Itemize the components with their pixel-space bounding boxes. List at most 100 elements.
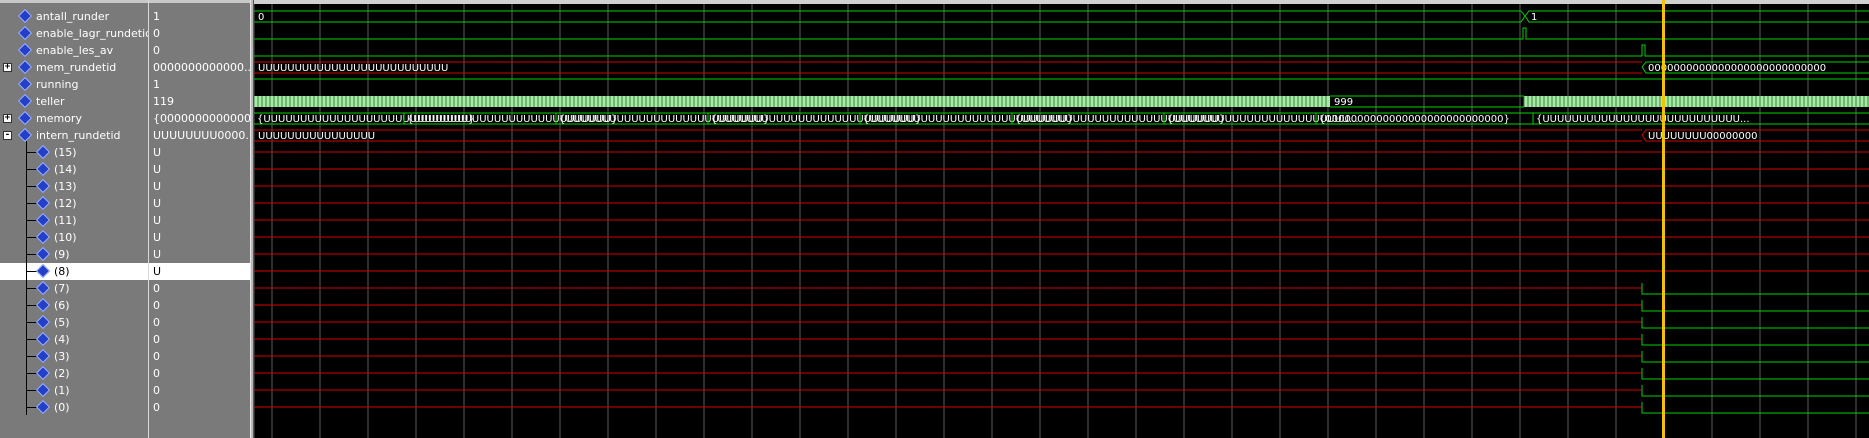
signal-row[interactable]: (11) [0, 212, 148, 229]
minus-expander-icon[interactable]: - [3, 131, 12, 140]
signal-value-row[interactable]: 1 [149, 8, 250, 25]
signal-row[interactable]: enable_les_av [0, 42, 148, 59]
signal-value-row[interactable]: U [149, 144, 250, 161]
signal-value-row[interactable]: 0 [149, 25, 250, 42]
signal-value-row[interactable]: 0 [149, 314, 250, 331]
signal-row[interactable]: (5) [0, 314, 148, 331]
signal-row[interactable]: + memory [0, 110, 148, 127]
signal-value-row[interactable]: 119 [149, 93, 250, 110]
signal-value-row[interactable]: 0 [149, 365, 250, 382]
signal-value-row[interactable]: U [149, 263, 250, 280]
signal-row[interactable]: teller [0, 93, 148, 110]
diamond-signal-icon [17, 127, 33, 143]
signal-value-row[interactable]: U [149, 229, 250, 246]
signal-row[interactable]: - intern_rundetid [0, 127, 148, 144]
signal-name: (15) [54, 146, 77, 159]
signal-value-row[interactable]: 0 [149, 348, 250, 365]
signal-value-row[interactable]: U [149, 161, 250, 178]
wave-header-strip [254, 0, 1869, 4]
signal-row[interactable]: + mem_rundetid [0, 59, 148, 76]
name-pane-header [0, 0, 148, 3]
bus-value-label: 1 [1531, 12, 1537, 23]
signal-name: memory [36, 112, 82, 125]
waveform-canvas[interactable]: 0 1 UUUUUUUUUUUUUUUUUUUUUUUUUU 000000000000… [254, 0, 1869, 438]
signal-value-row[interactable]: U [149, 212, 250, 229]
signal-row[interactable]: (3) [0, 348, 148, 365]
signal-name: mem_rundetid [36, 61, 117, 74]
signal-value-row[interactable]: 0 [149, 297, 250, 314]
plus-expander-icon[interactable]: + [3, 114, 12, 123]
signal-row[interactable]: (6) [0, 297, 148, 314]
signal-name: (13) [54, 180, 77, 193]
signal-name: enable_lagr_rundetid [36, 27, 148, 40]
signal-value-row[interactable]: U [149, 178, 250, 195]
signal-trace [1641, 334, 1869, 346]
signal-name: (9) [54, 248, 70, 261]
plus-expander-icon[interactable]: + [3, 63, 12, 72]
signal-value: 1 [153, 78, 160, 91]
diamond-signal-icon [35, 365, 51, 381]
diamond-signal-icon [35, 161, 51, 177]
signal-name: (3) [54, 350, 70, 363]
signal-name: (6) [54, 299, 70, 312]
bus-value-label: 0000000000000000000000000000 [1648, 63, 1826, 74]
signal-value: 0 [153, 282, 160, 295]
signal-trace [254, 44, 1869, 57]
signal-value-row[interactable]: U [149, 246, 250, 263]
diamond-signal-icon [35, 348, 51, 364]
signal-trace [1641, 351, 1869, 363]
diamond-signal-icon [35, 178, 51, 194]
signal-value-row[interactable]: 0 [149, 399, 250, 416]
diamond-signal-icon [17, 93, 33, 109]
signal-value-row[interactable]: 1 [149, 76, 250, 93]
bus-value-label: UUUUUUUUUUUUUUUUUUUUUUUUUU [258, 63, 448, 74]
bus-bottom [1524, 15, 1869, 23]
waveform-pane[interactable]: 0 1 UUUUUUUUUUUUUUUUUUUUUUUUUU 000000000000… [254, 0, 1869, 438]
signal-value-row[interactable]: 0 [149, 382, 250, 399]
signal-row[interactable]: antall_runder [0, 8, 148, 25]
signal-value-row[interactable]: 0 [149, 42, 250, 59]
signal-value-row[interactable]: 0000000000000... [149, 59, 250, 76]
signal-row[interactable]: running [0, 76, 148, 93]
signal-row[interactable]: (15) [0, 144, 148, 161]
signal-row[interactable]: (8) [0, 263, 148, 280]
signal-trace [254, 27, 1869, 40]
signal-row[interactable]: (9) [0, 246, 148, 263]
signal-row[interactable]: enable_lagr_rundetid [0, 25, 148, 42]
diamond-signal-icon [35, 212, 51, 228]
signal-value: U [153, 214, 162, 227]
diamond-signal-icon [35, 331, 51, 347]
signal-name: (7) [54, 282, 70, 295]
signal-value: UUUUUUUU0000... [153, 129, 250, 142]
signal-value-row[interactable]: 0 [149, 280, 250, 297]
bus-value-label: {UUUUUUUUUUUUUUUUUUUUUUUUUUU... [1536, 114, 1750, 125]
signal-name: (5) [54, 316, 70, 329]
diamond-signal-icon [35, 399, 51, 415]
signal-row[interactable]: (12) [0, 195, 148, 212]
signal-row[interactable]: (14) [0, 161, 148, 178]
signal-value-row[interactable]: U [149, 195, 250, 212]
signal-row[interactable]: (7) [0, 280, 148, 297]
signal-trace [1641, 368, 1869, 380]
signal-row[interactable]: (13) [0, 178, 148, 195]
signal-name: (1) [54, 384, 70, 397]
signal-value: 0 [153, 333, 160, 346]
signal-value-row[interactable]: 0 [149, 331, 250, 348]
signal-value-row[interactable]: {0000000000000... [149, 110, 250, 127]
signal-name: (2) [54, 367, 70, 380]
signal-row[interactable]: (1) [0, 382, 148, 399]
diamond-signal-icon [35, 297, 51, 313]
signal-value: 0 [153, 316, 160, 329]
diamond-signal-icon [35, 246, 51, 262]
diamond-signal-icon [17, 110, 33, 126]
signal-row[interactable]: (4) [0, 331, 148, 348]
signal-value-row[interactable]: UUUUUUUU0000... [149, 127, 250, 144]
signal-row[interactable]: (2) [0, 365, 148, 382]
bus-value-label: {0000000000000000000000000000} [1319, 114, 1510, 125]
signal-trace [1641, 300, 1869, 312]
signal-value: U [153, 180, 162, 193]
signal-value: 0 [153, 401, 160, 414]
signal-row[interactable]: (10) [0, 229, 148, 246]
diamond-signal-icon [17, 76, 33, 92]
signal-row[interactable]: (0) [0, 399, 148, 416]
